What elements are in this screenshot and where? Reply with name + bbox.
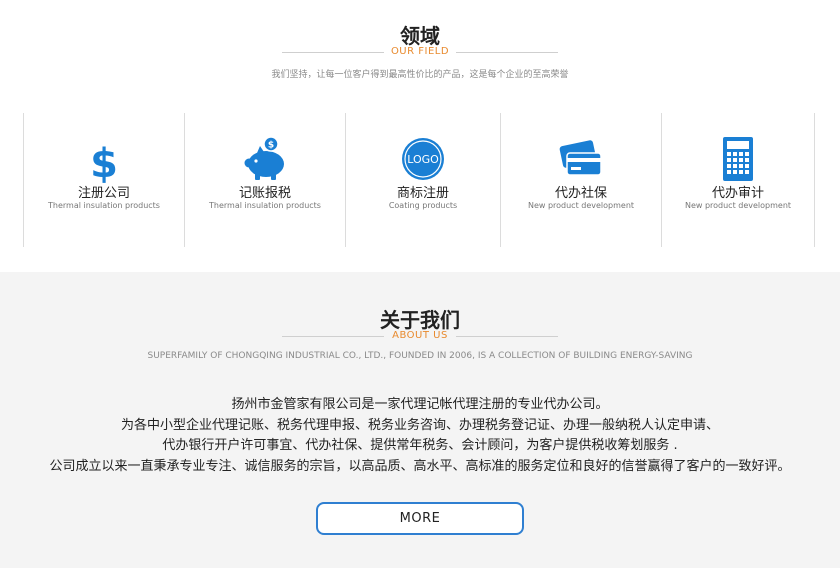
- card-en: Thermal insulation products: [209, 201, 321, 210]
- card-name: 代办审计: [711, 186, 764, 201]
- logo-badge-text: LOGO: [407, 153, 439, 166]
- card-name: 注册公司: [77, 186, 130, 201]
- card-en: Coating products: [388, 201, 458, 210]
- card-en: New product development: [684, 201, 792, 210]
- service-card-trademark[interactable]: LOGO 商标注册 Coating products: [345, 113, 500, 247]
- card-name: 商标注册: [396, 186, 449, 201]
- field-description: 我们坚持，让每一位客户得到最高性价比的产品，这是每个企业的至高荣誉: [271, 70, 569, 80]
- svg-text:$: $: [268, 141, 274, 151]
- service-card-register[interactable]: $ 注册公司 Thermal insulation products: [23, 113, 184, 247]
- about-line: 为各中小型企业代理记账、税务代理申报、税务业务咨询、办理税务登记证、办理一般纳税…: [120, 417, 719, 433]
- service-card-audit[interactable]: 代办审计 New product development: [661, 113, 815, 247]
- about-body: 扬州市金管家有限公司是一家代理记帐代理注册的专业代办公司。 为各中小型企业代理记…: [0, 395, 840, 477]
- credit-card-icon: [559, 140, 602, 176]
- card-en: New product development: [527, 201, 635, 210]
- field-title: 领域: [400, 24, 440, 48]
- calculator-icon: [723, 137, 753, 181]
- about-line: 公司成立以来一直秉承专业专注、诚信服务的宗旨，以高品质、高水平、高标准的服务定位…: [49, 458, 791, 474]
- service-card-bookkeeping[interactable]: $ 记账报税 Thermal insulation products: [184, 113, 345, 247]
- more-button[interactable]: MORE: [316, 502, 524, 535]
- piggy-bank-icon: $: [244, 136, 284, 180]
- about-line: 扬州市金管家有限公司是一家代理记帐代理注册的专业代办公司。: [231, 397, 609, 412]
- card-name: 记账报税: [238, 186, 291, 201]
- service-cards: $ 注册公司 Thermal insulation products $ 记账报…: [23, 113, 815, 247]
- field-subtitle: OUR FIELD: [390, 46, 450, 57]
- about-description: SUPERFAMILY OF CHONGQING INDUSTRIAL CO.,…: [147, 351, 693, 361]
- svg-text:$: $: [90, 141, 118, 183]
- dollar-icon: $: [90, 141, 118, 183]
- field-section: 领域 OUR FIELD 我们坚持，让每一位客户得到最高性价比的产品，这是每个企…: [0, 0, 840, 272]
- service-card-social-security[interactable]: 代办社保 New product development: [500, 113, 661, 247]
- card-en: Thermal insulation products: [48, 201, 160, 210]
- about-subtitle: ABOUT US: [392, 330, 448, 341]
- card-name: 代办社保: [554, 186, 607, 201]
- logo-badge-icon: LOGO: [402, 138, 444, 180]
- about-title: 关于我们: [380, 308, 460, 332]
- about-line: 代办银行开户许可事宜、代办社保、提供常年税务、会计顾问，为客户提供税收筹划服务 …: [162, 438, 678, 453]
